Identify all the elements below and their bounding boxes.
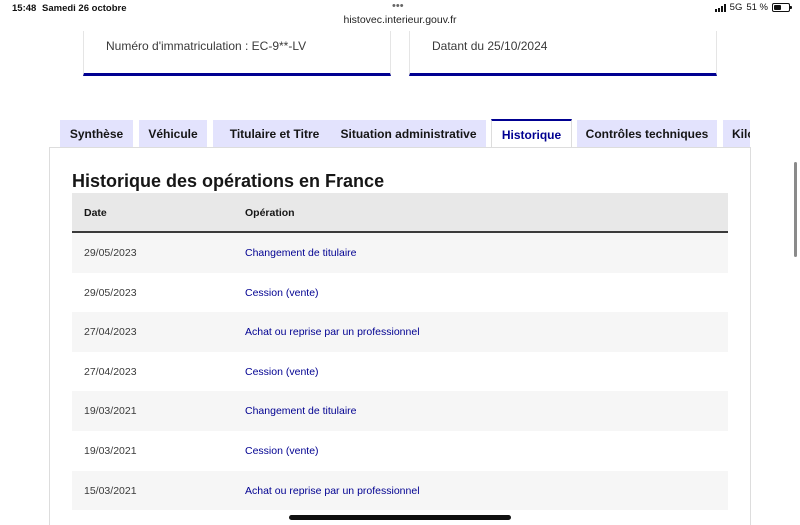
tab-historique[interactable]: Historique — [491, 119, 572, 148]
table-header: Date Opération — [72, 193, 728, 233]
column-header-date: Date — [84, 207, 107, 219]
row-operation-link[interactable]: Achat ou reprise par un professionnel — [245, 485, 420, 497]
table-row: 29/05/2023 Cession (vente) — [72, 272, 728, 313]
tab-synthese[interactable]: Synthèse — [60, 120, 133, 147]
home-indicator[interactable] — [289, 515, 511, 520]
row-operation-link[interactable]: Changement de titulaire — [245, 405, 357, 417]
row-operation-link[interactable]: Cession (vente) — [245, 287, 319, 299]
row-date: 27/04/2023 — [84, 365, 137, 378]
network-type: 5G — [729, 2, 743, 13]
table-row: 19/03/2021 Cession (vente) — [72, 430, 728, 471]
row-operation-link[interactable]: Cession (vente) — [245, 366, 319, 378]
address-bar[interactable]: histovec.interieur.gouv.fr — [0, 14, 800, 26]
row-operation-link[interactable]: Achat ou reprise par un professionnel — [245, 326, 420, 338]
battery-icon — [772, 3, 792, 12]
cellular-signal-icon — [714, 3, 726, 12]
tab-kilometrage[interactable]: Kilo — [723, 120, 750, 147]
report-date-card: Datant du 25/10/2024 — [409, 31, 717, 76]
history-table: Date Opération 29/05/2023 Changement de … — [72, 193, 728, 525]
battery-fill — [774, 5, 782, 10]
tab-bar: Synthèse Véhicule Titulaire et Titre Sit… — [60, 119, 750, 148]
tab-vehicule[interactable]: Véhicule — [139, 120, 207, 147]
table-row: 27/04/2023 Achat ou reprise par un profe… — [72, 312, 728, 352]
table-row: 19/03/2021 Changement de titulaire — [72, 391, 728, 431]
row-operation-link[interactable]: Changement de titulaire — [245, 247, 357, 259]
row-date: 15/03/2021 — [84, 484, 137, 497]
tab-titulaire-et-titre[interactable]: Titulaire et Titre — [213, 120, 336, 147]
row-date: 19/03/2021 — [84, 444, 137, 457]
report-date: Datant du 25/10/2024 — [432, 39, 548, 53]
tab-controles-techniques[interactable]: Contrôles techniques — [577, 120, 717, 147]
row-date: 19/03/2021 — [84, 405, 137, 418]
status-date: Samedi 26 octobre — [42, 3, 127, 14]
page-scrollbar[interactable] — [794, 162, 797, 257]
row-date: 27/04/2023 — [84, 326, 137, 339]
table-row: 29/05/2023 Changement de titulaire — [72, 233, 728, 273]
registration-number: Numéro d'immatriculation : EC-9**-LV — [106, 39, 307, 53]
tab-situation-administrative[interactable]: Situation administrative — [331, 120, 486, 147]
table-row: 27/04/2023 Cession (vente) — [72, 351, 728, 392]
registration-card: Numéro d'immatriculation : EC-9**-LV — [83, 31, 391, 76]
status-time: 15:48 — [12, 3, 37, 14]
status-indicators: 5G 51 % — [714, 2, 792, 13]
multitasking-dots-icon[interactable]: ••• — [392, 0, 404, 12]
battery-percentage: 51 % — [746, 2, 768, 13]
row-operation-link[interactable]: Cession (vente) — [245, 445, 319, 457]
history-title: Historique des opérations en France — [72, 171, 385, 191]
row-date: 29/05/2023 — [84, 247, 137, 259]
row-date: 29/05/2023 — [84, 286, 137, 299]
table-row: 15/03/2021 Achat ou reprise par un profe… — [72, 470, 728, 511]
column-header-operation: Opération — [245, 207, 295, 219]
